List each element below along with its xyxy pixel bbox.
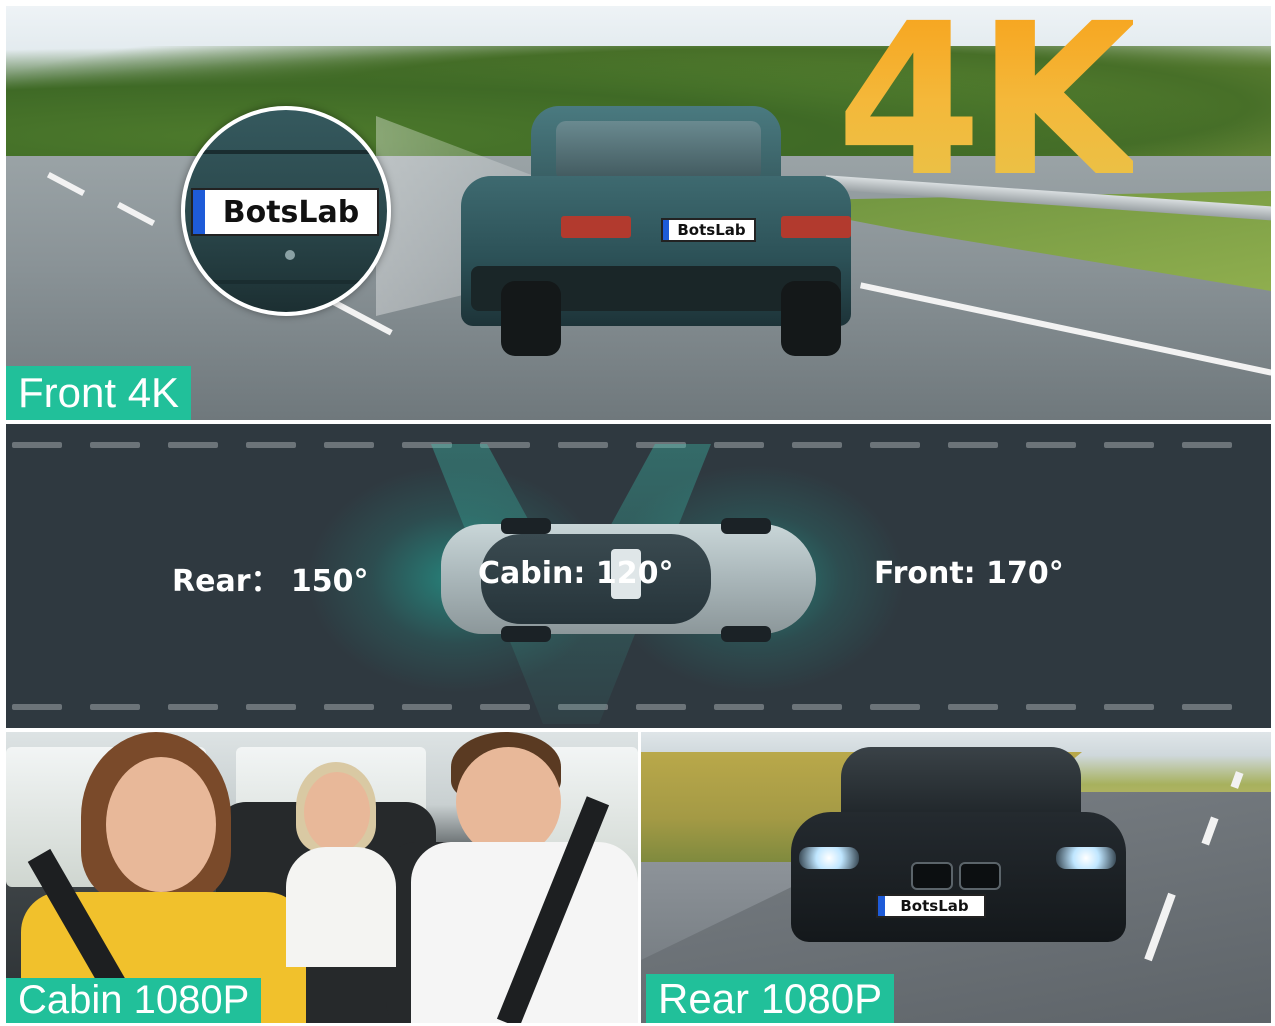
plate-eu-strip (878, 896, 885, 916)
rear-fov-label: Rear： 150° (172, 564, 369, 599)
bmw-headlight-left (799, 847, 859, 869)
front-4k-label-text: Front 4K (18, 369, 180, 416)
trunk-seam (185, 280, 387, 284)
cabin-1080p-label-text: Cabin 1080P (18, 978, 250, 1022)
lane-dashes-bottom (6, 704, 1271, 710)
rear-1080p-label-text: Rear 1080P (658, 974, 883, 1022)
front-4k-label: Front 4K (6, 366, 192, 420)
plate-text: BotsLab (677, 221, 746, 239)
car-wheel (501, 518, 551, 534)
car-wheel (501, 626, 551, 642)
rear-car-license-plate: BotsLab (876, 894, 986, 918)
front-fov-label: Front: 170° (874, 556, 1064, 591)
field-of-view-diagram: Rear： 150° Cabin: 120° Front: 170° (6, 424, 1271, 728)
lead-car-sedan: BotsLab (461, 106, 851, 356)
tire-left (501, 281, 561, 356)
bmw-kidney-grille-right (959, 862, 1001, 890)
cabin-fov-label: Cabin: 120° (478, 556, 674, 591)
rear-1080p-label: Rear 1080P (646, 974, 895, 1023)
plate-magnifier: BotsLab (181, 106, 391, 316)
car-wheel (721, 518, 771, 534)
license-plate: BotsLab (661, 218, 756, 242)
passenger-face (106, 757, 216, 892)
tail-lamp-left (561, 216, 631, 238)
following-car-bmw: BotsLab (791, 742, 1126, 957)
bmw-windshield (841, 747, 1081, 822)
lane-dashes-top (6, 442, 1271, 448)
magnified-plate-text: BotsLab (222, 194, 360, 230)
cabin-1080p-label: Cabin 1080P (6, 978, 262, 1023)
rear-plate-text: BotsLab (900, 897, 969, 915)
magnified-license-plate: BotsLab (191, 188, 379, 236)
rear-windshield (556, 121, 761, 181)
driver-face (456, 747, 561, 857)
cabin-camera-panel: Cabin 1080P (6, 732, 638, 1023)
lane-dash (1230, 771, 1244, 789)
plate-eu-strip (193, 190, 205, 234)
bmw-headlight-right (1056, 847, 1116, 869)
tire-right (781, 281, 841, 356)
plate-bolt (285, 250, 295, 260)
bmw-kidney-grille-left (911, 862, 953, 890)
headline-4k: 4K (836, 6, 1139, 206)
front-camera-panel: BotsLab BotsLab 4K Front 4K (6, 6, 1271, 420)
rear-camera-panel: BotsLab Rear 1080P (641, 732, 1271, 1023)
back-passenger-shirt (286, 847, 396, 967)
car-wheel (721, 626, 771, 642)
back-passenger-face (304, 772, 370, 852)
trunk-seam (185, 150, 387, 154)
